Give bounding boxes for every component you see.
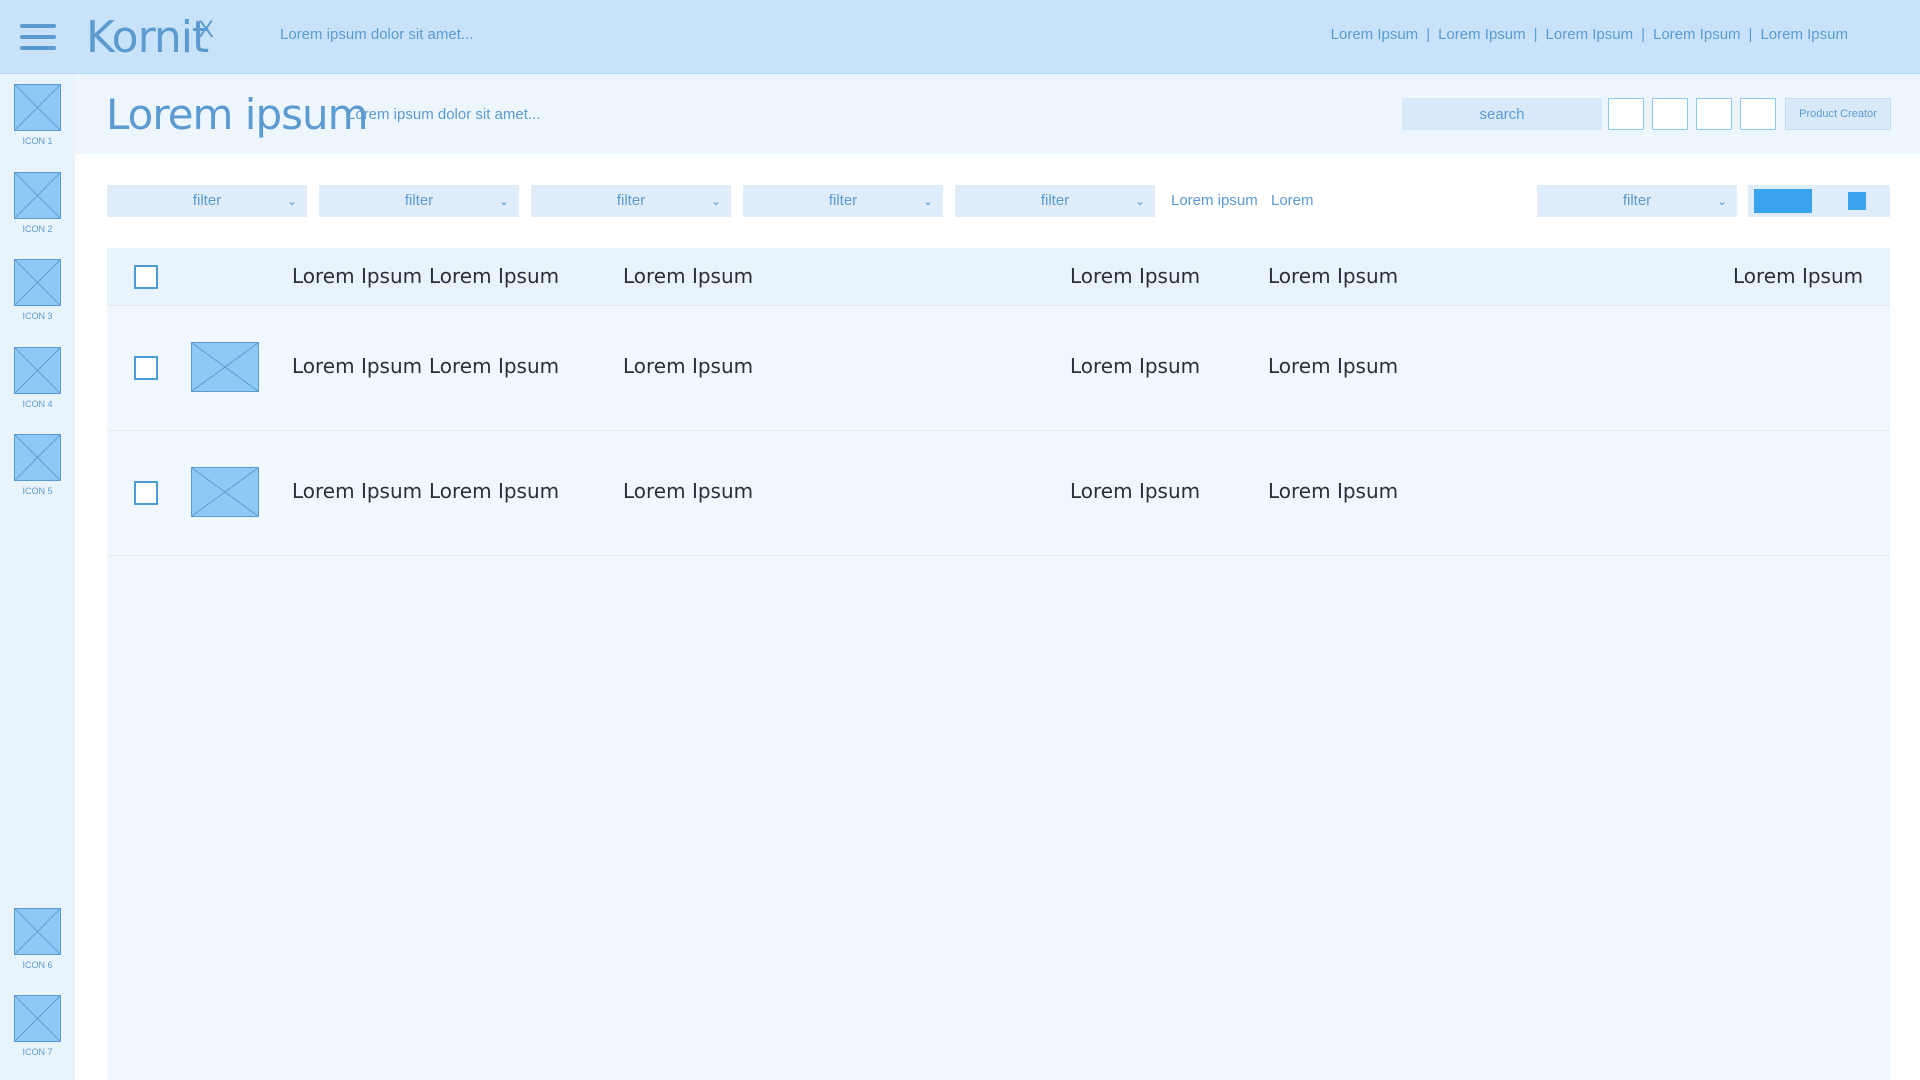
table-cell: Lorem Ipsum (623, 354, 754, 378)
search-input[interactable] (1402, 98, 1602, 130)
filter-link-2[interactable]: Lorem (1271, 192, 1314, 209)
table-row[interactable]: Lorem Ipsum Lorem Ipsum Lorem Ipsum Lore… (107, 306, 1890, 431)
sidebar-item-icon-7[interactable]: ICON 7 (0, 985, 75, 1063)
column-header[interactable]: Lorem Ipsum (1070, 264, 1200, 288)
filter-label: filter (828, 192, 858, 209)
hamburger-menu-icon[interactable] (20, 24, 56, 51)
filter-label: filter (1622, 192, 1652, 209)
filter-dropdown-3[interactable]: filter ⌄ (531, 185, 731, 217)
row-checkbox[interactable] (134, 481, 158, 505)
product-thumbnail (191, 467, 259, 517)
chevron-down-icon: ⌄ (286, 194, 297, 208)
placeholder-image-icon (14, 172, 61, 219)
page-header: Lorem ipsum Lorem ipsum dolor sit amet..… (75, 74, 1920, 154)
column-header[interactable]: Lorem Ipsum (1733, 264, 1863, 288)
filter-link-1[interactable]: Lorem ipsum (1171, 192, 1258, 209)
table-cell: Lorem Ipsum (292, 354, 423, 378)
product-thumbnail (191, 342, 259, 392)
top-nav-link-2[interactable]: Lorem Ipsum (1438, 26, 1526, 43)
table-cell: Lorem Ipsum (292, 479, 423, 503)
header-action-button-2[interactable] (1652, 98, 1688, 130)
product-creator-button[interactable]: Product Creator (1785, 98, 1891, 130)
page-subtitle: Lorem ipsum dolor sit amet... (347, 106, 541, 123)
sidebar-item-icon-4[interactable]: ICON 4 (0, 337, 75, 415)
chevron-down-icon: ⌄ (710, 194, 721, 208)
filter-dropdown-2[interactable]: filter ⌄ (319, 185, 519, 217)
sidebar-item-icon-5[interactable]: ICON 5 (0, 424, 75, 502)
top-nav-separator: | (1533, 26, 1538, 43)
sidebar-item-label: ICON 1 (22, 136, 53, 146)
table-cell: Lorem Ipsum (1070, 354, 1201, 378)
column-header[interactable]: Lorem Ipsum (429, 264, 559, 288)
top-nav-links: Lorem Ipsum | Lorem Ipsum | Lorem Ipsum … (1331, 26, 1848, 43)
column-header[interactable]: Lorem Ipsum (1268, 264, 1398, 288)
column-header[interactable]: Lorem Ipsum (623, 264, 753, 288)
top-nav-separator: | (1748, 26, 1753, 43)
top-nav-separator: | (1641, 26, 1645, 43)
placeholder-image-icon (14, 995, 61, 1042)
data-table: Lorem Ipsum Lorem Ipsum Lorem Ipsum Lore… (107, 248, 1890, 1080)
row-checkbox[interactable] (134, 356, 158, 380)
app-logo-superscript: X (198, 16, 215, 43)
top-nav-link-1[interactable]: Lorem Ipsum (1331, 26, 1419, 43)
header-action-button-3[interactable] (1696, 98, 1732, 130)
sidebar: ICON 1 ICON 2 ICON 3 ICON 4 ICON 5 ICON … (0, 74, 75, 1080)
list-view-option[interactable] (1754, 189, 1812, 213)
sidebar-item-label: ICON 6 (22, 960, 53, 970)
app-logo[interactable]: Kornit (86, 12, 209, 63)
table-cell: Lorem Ipsum (1070, 479, 1201, 503)
select-all-checkbox[interactable] (134, 265, 158, 289)
placeholder-image-icon (14, 259, 61, 306)
sidebar-item-label: ICON 2 (22, 224, 53, 234)
header-action-button-4[interactable] (1740, 98, 1776, 130)
filter-label: filter (1040, 192, 1070, 209)
header-action-button-1[interactable] (1608, 98, 1644, 130)
filter-dropdown-4[interactable]: filter ⌄ (743, 185, 943, 217)
view-toggle[interactable] (1748, 185, 1890, 217)
placeholder-image-icon (14, 347, 61, 394)
filter-dropdown-1[interactable]: filter ⌄ (107, 185, 307, 217)
sidebar-item-icon-6[interactable]: ICON 6 (0, 898, 75, 976)
table-row[interactable]: Lorem Ipsum Lorem Ipsum Lorem Ipsum Lore… (107, 431, 1890, 556)
filter-label: filter (192, 192, 222, 209)
topbar-tagline: Lorem ipsum dolor sit amet... (280, 26, 474, 43)
chevron-down-icon: ⌄ (498, 194, 509, 208)
placeholder-image-icon (14, 908, 61, 955)
placeholder-image-icon (14, 84, 61, 131)
chevron-down-icon: ⌄ (1716, 194, 1727, 208)
sidebar-item-label: ICON 5 (22, 486, 53, 496)
table-cell: Lorem Ipsum (429, 479, 560, 503)
table-cell: Lorem Ipsum (623, 479, 754, 503)
table-cell: Lorem Ipsum (1268, 354, 1399, 378)
top-nav-separator: | (1426, 26, 1431, 43)
sidebar-item-label: ICON 3 (22, 311, 53, 321)
grid-view-option[interactable] (1848, 192, 1866, 210)
sidebar-item-label: ICON 4 (22, 399, 53, 409)
filter-dropdown-5[interactable]: filter ⌄ (955, 185, 1155, 217)
page-title: Lorem ipsum (106, 90, 369, 139)
top-nav-link-5[interactable]: Lorem Ipsum (1760, 26, 1848, 43)
table-cell: Lorem Ipsum (1268, 479, 1399, 503)
chevron-down-icon: ⌄ (922, 194, 933, 208)
sidebar-item-icon-3[interactable]: ICON 3 (0, 249, 75, 327)
chevron-down-icon: ⌄ (1134, 194, 1145, 208)
column-header[interactable]: Lorem Ipsum (292, 264, 422, 288)
table-header-row: Lorem Ipsum Lorem Ipsum Lorem Ipsum Lore… (107, 248, 1890, 306)
sidebar-item-icon-1[interactable]: ICON 1 (0, 74, 75, 152)
filter-label: filter (616, 192, 646, 209)
top-bar: Kornit X Lorem ipsum dolor sit amet... L… (0, 0, 1920, 74)
sidebar-item-icon-2[interactable]: ICON 2 (0, 162, 75, 240)
filter-dropdown-6[interactable]: filter ⌄ (1537, 185, 1737, 217)
table-cell: Lorem Ipsum (429, 354, 560, 378)
top-nav-link-4[interactable]: Lorem Ipsum (1653, 26, 1741, 43)
sidebar-item-label: ICON 7 (22, 1047, 53, 1057)
placeholder-image-icon (14, 434, 61, 481)
filter-label: filter (404, 192, 434, 209)
top-nav-link-3[interactable]: Lorem Ipsum (1546, 26, 1634, 43)
